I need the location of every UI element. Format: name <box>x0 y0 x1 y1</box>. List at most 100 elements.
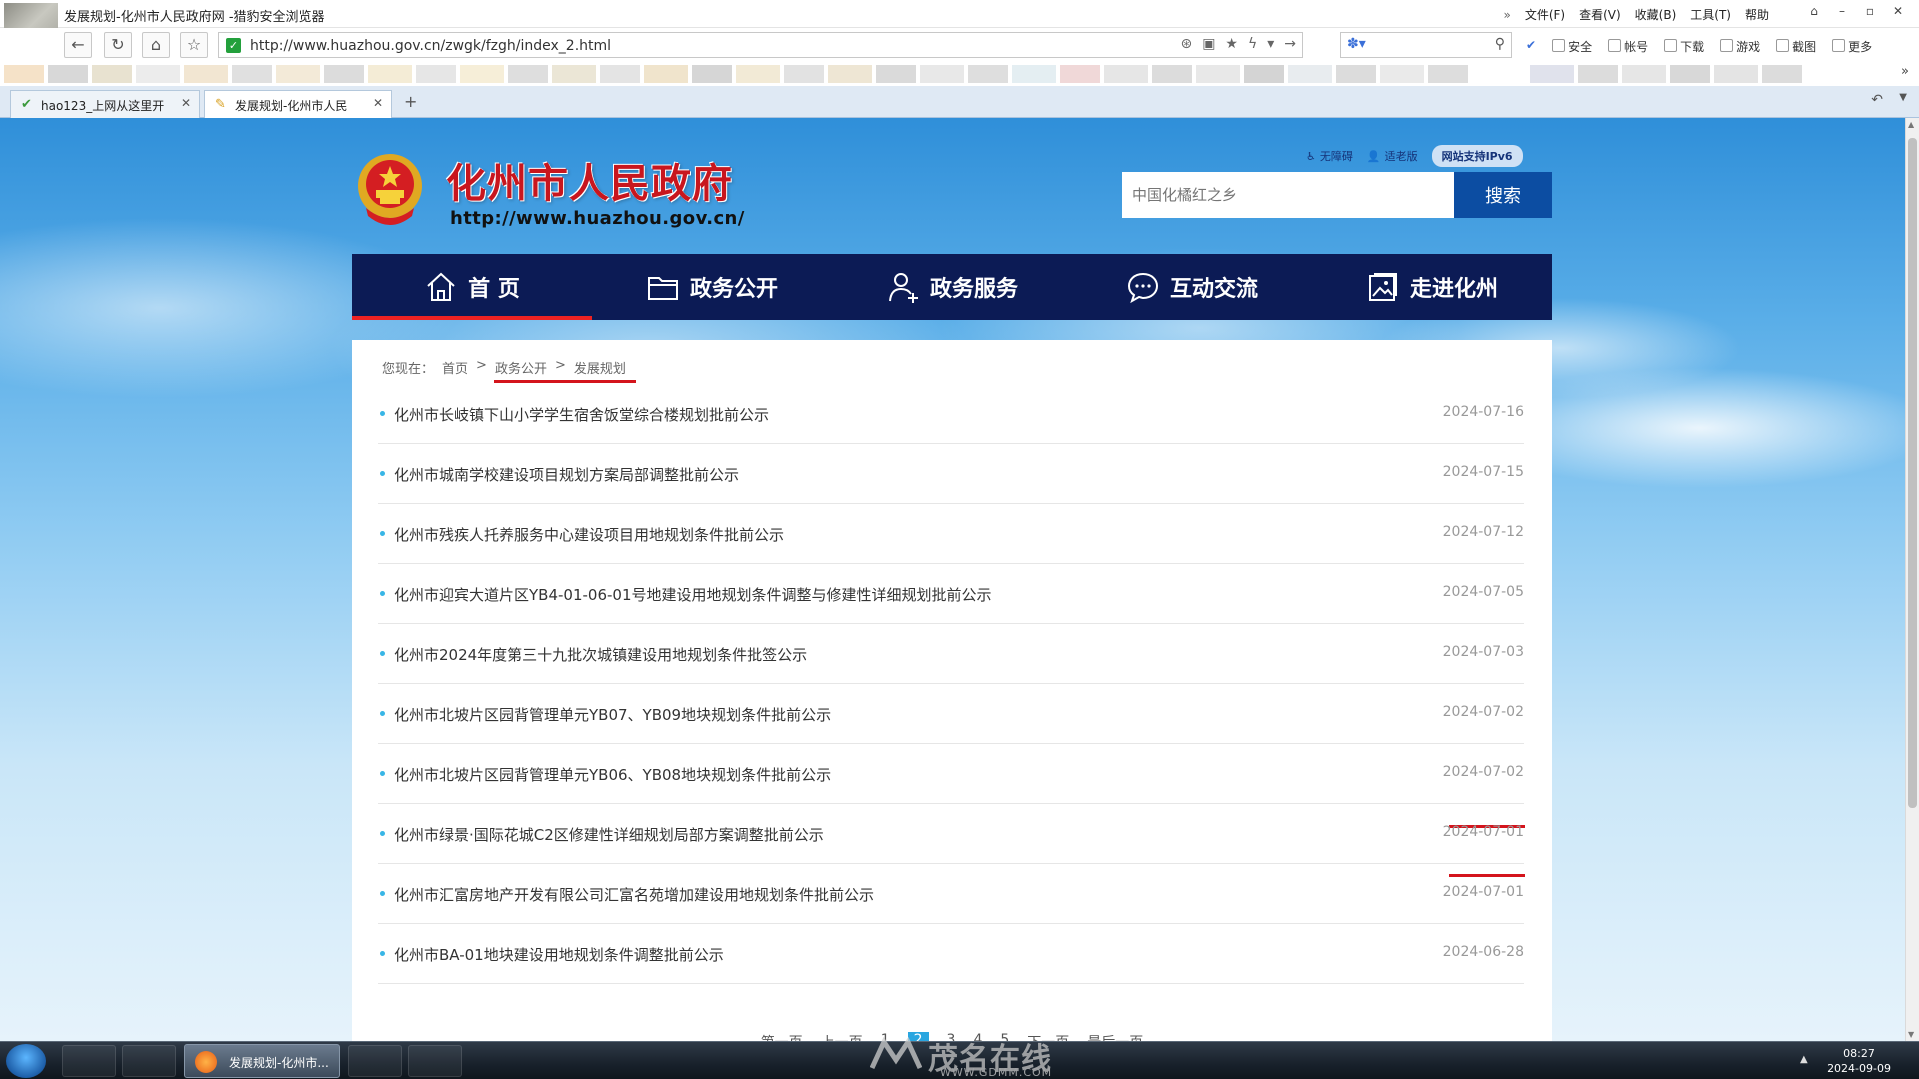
nav-about-huazhou[interactable]: 走进化州 <box>1312 254 1552 320</box>
undo-close-tab-icon[interactable]: ↶ <box>1871 92 1883 108</box>
tab-list-dropdown-icon[interactable]: ▼ <box>1899 92 1907 103</box>
tool-games[interactable]: 游戏 <box>1720 38 1760 55</box>
news-item[interactable]: 化州市迎宾大道片区YB4-01-06-01号地建设用地规划条件调整与修建性详细规… <box>378 564 1524 624</box>
breadcrumb-government-affairs[interactable]: 政务公开 <box>495 358 547 377</box>
news-title[interactable]: 化州市BA-01地块建设用地规划条件调整批前公示 <box>394 944 724 965</box>
scroll-up-icon[interactable]: ▲ <box>1908 120 1914 129</box>
news-item[interactable]: 化州市城南学校建设项目规划方案局部调整批前公示 2024-07-15 <box>378 444 1524 504</box>
news-item[interactable]: 化州市残疾人托养服务中心建设项目用地规划条件批前公示 2024-07-12 <box>378 504 1524 564</box>
news-item[interactable]: 化州市长岐镇下山小学学生宿舍饭堂综合楼规划批前公示 2024-07-16 <box>378 384 1524 444</box>
vertical-scrollbar[interactable]: ▲ ▼ <box>1905 118 1919 1041</box>
taskbar-eye-app-icon[interactable] <box>62 1045 116 1077</box>
bookmark-item[interactable] <box>968 65 1008 83</box>
bookmark-item[interactable] <box>460 65 504 83</box>
bookmark-item[interactable] <box>1336 65 1376 83</box>
bookmark-item[interactable] <box>876 65 916 83</box>
news-title[interactable]: 化州市残疾人托养服务中心建设项目用地规划条件批前公示 <box>394 524 784 545</box>
menu-view[interactable]: 查看(V) <box>1579 6 1621 23</box>
menu-tools[interactable]: 工具(T) <box>1690 6 1731 23</box>
browser-search-box[interactable]: ✽▾ ⚲ <box>1340 32 1512 58</box>
bookmark-item[interactable] <box>1428 65 1468 83</box>
home-button-icon[interactable]: ⌂ <box>142 32 170 58</box>
news-title[interactable]: 化州市汇富房地产开发有限公司汇富名苑增加建设用地规划条件批前公示 <box>394 884 874 905</box>
bookmarks-more-icon[interactable]: » <box>1901 64 1909 79</box>
taskbar-tool-app-icon[interactable] <box>122 1045 176 1077</box>
tray-expand-icon[interactable]: ▲ <box>1800 1054 1808 1065</box>
bookmark-item[interactable] <box>1670 65 1710 83</box>
pager-first[interactable]: 第一页 <box>761 1032 803 1041</box>
bookmark-item[interactable] <box>416 65 456 83</box>
bookmark-item[interactable] <box>1530 65 1574 83</box>
tool-download[interactable]: 下载 <box>1664 38 1704 55</box>
menu-favorites[interactable]: 收藏(B) <box>1635 6 1677 23</box>
breadcrumb-home[interactable]: 首页 <box>442 358 468 377</box>
skin-icon[interactable]: ⌂ <box>1803 2 1825 20</box>
menu-file[interactable]: 文件(F) <box>1525 6 1565 23</box>
elderly-version-link[interactable]: 👤 适老版 <box>1367 148 1418 164</box>
search-icon[interactable]: ⚲ <box>1495 36 1505 52</box>
back-icon[interactable]: ← <box>64 32 92 58</box>
bookmark-item[interactable] <box>4 65 44 83</box>
bookmark-item[interactable] <box>1104 65 1148 83</box>
bookmark-item[interactable] <box>1578 65 1618 83</box>
tab-close-icon[interactable]: ✕ <box>373 96 383 110</box>
news-item[interactable]: 化州市北坡片区园背管理单元YB06、YB08地块规划条件批前公示 2024-07-… <box>378 744 1524 804</box>
address-bar[interactable]: ✓ http://www.huazhou.gov.cn/zwgk/fzgh/in… <box>218 32 1303 58</box>
news-title[interactable]: 化州市迎宾大道片区YB4-01-06-01号地建设用地规划条件调整与修建性详细规… <box>394 584 992 605</box>
news-title[interactable]: 化州市北坡片区园背管理单元YB06、YB08地块规划条件批前公示 <box>394 764 831 785</box>
star-list-icon[interactable]: ★ <box>1225 36 1238 52</box>
accessibility-link[interactable]: ♿ 无障碍 <box>1306 148 1353 164</box>
bookmark-item[interactable] <box>1060 65 1100 83</box>
news-item[interactable]: 化州市绿景·国际花城C2区修建性详细规划局部方案调整批前公示 2024-07-01 <box>378 804 1524 864</box>
compat-mode-icon[interactable]: ⊛ <box>1180 36 1192 52</box>
news-item[interactable]: 化州市汇富房地产开发有限公司汇富名苑增加建设用地规划条件批前公示 2024-07-… <box>378 864 1524 924</box>
scroll-down-icon[interactable]: ▼ <box>1908 1030 1914 1039</box>
bookmark-item[interactable] <box>324 65 364 83</box>
dropdown-icon[interactable]: ▾ <box>1267 36 1274 52</box>
bookmark-item[interactable] <box>552 65 596 83</box>
bookmark-item[interactable] <box>1622 65 1666 83</box>
menu-help[interactable]: 帮助 <box>1745 6 1769 23</box>
maximize-icon[interactable]: ▫ <box>1859 2 1881 20</box>
bookmark-item[interactable] <box>92 65 132 83</box>
bookmark-item[interactable] <box>1244 65 1284 83</box>
minimize-icon[interactable]: – <box>1831 2 1853 20</box>
menu-fold-icon[interactable]: » <box>1503 8 1510 22</box>
go-arrow-icon[interactable]: → <box>1284 36 1296 52</box>
search-engine-icon[interactable]: ✽▾ <box>1347 36 1366 52</box>
nav-government-affairs[interactable]: 政务公开 <box>592 254 832 320</box>
tool-screenshot[interactable]: 截图 <box>1776 38 1816 55</box>
news-title[interactable]: 化州市绿景·国际花城C2区修建性详细规划局部方案调整批前公示 <box>394 824 824 845</box>
bookmark-item[interactable] <box>232 65 272 83</box>
news-title[interactable]: 化州市北坡片区园背管理单元YB07、YB09地块规划条件批前公示 <box>394 704 831 725</box>
bookmark-item[interactable] <box>736 65 780 83</box>
news-title[interactable]: 化州市长岐镇下山小学学生宿舍饭堂综合楼规划批前公示 <box>394 404 769 425</box>
news-title[interactable]: 化州市2024年度第三十九批次城镇建设用地规划条件批签公示 <box>394 644 807 665</box>
tool-security[interactable]: 安全 <box>1552 38 1592 55</box>
news-title[interactable]: 化州市城南学校建设项目规划方案局部调整批前公示 <box>394 464 739 485</box>
nav-interaction[interactable]: 互动交流 <box>1072 254 1312 320</box>
bookmark-item[interactable] <box>368 65 412 83</box>
start-button-icon[interactable] <box>6 1044 46 1078</box>
bookmark-item[interactable] <box>508 65 548 83</box>
bookmark-item[interactable] <box>920 65 964 83</box>
tab-close-icon[interactable]: ✕ <box>181 96 191 110</box>
nav-home[interactable]: 首 页 <box>352 254 592 320</box>
bookmark-item[interactable] <box>1714 65 1758 83</box>
site-search-input[interactable] <box>1122 172 1454 218</box>
taskbar-apps-icon[interactable] <box>348 1045 402 1077</box>
bookmark-item[interactable] <box>784 65 824 83</box>
pager-prev[interactable]: 上一页 <box>821 1032 863 1041</box>
favorite-star-icon[interactable]: ☆ <box>180 32 208 58</box>
news-item[interactable]: 化州市2024年度第三十九批次城镇建设用地规划条件批签公示 2024-07-03 <box>378 624 1524 684</box>
taskbar-browser-window[interactable]: 发展规划-化州市... <box>184 1044 340 1078</box>
taskbar-browser-icon[interactable] <box>408 1045 462 1077</box>
bookmark-item[interactable] <box>1380 65 1424 83</box>
bookmark-item[interactable] <box>184 65 228 83</box>
bookmark-item[interactable] <box>48 65 88 83</box>
lightning-icon[interactable]: ϟ <box>1248 36 1257 52</box>
bookmark-item[interactable] <box>692 65 732 83</box>
bookmark-item[interactable] <box>1288 65 1332 83</box>
bookmark-item[interactable] <box>644 65 688 83</box>
breadcrumb-development-plan[interactable]: 发展规划 <box>574 358 626 377</box>
